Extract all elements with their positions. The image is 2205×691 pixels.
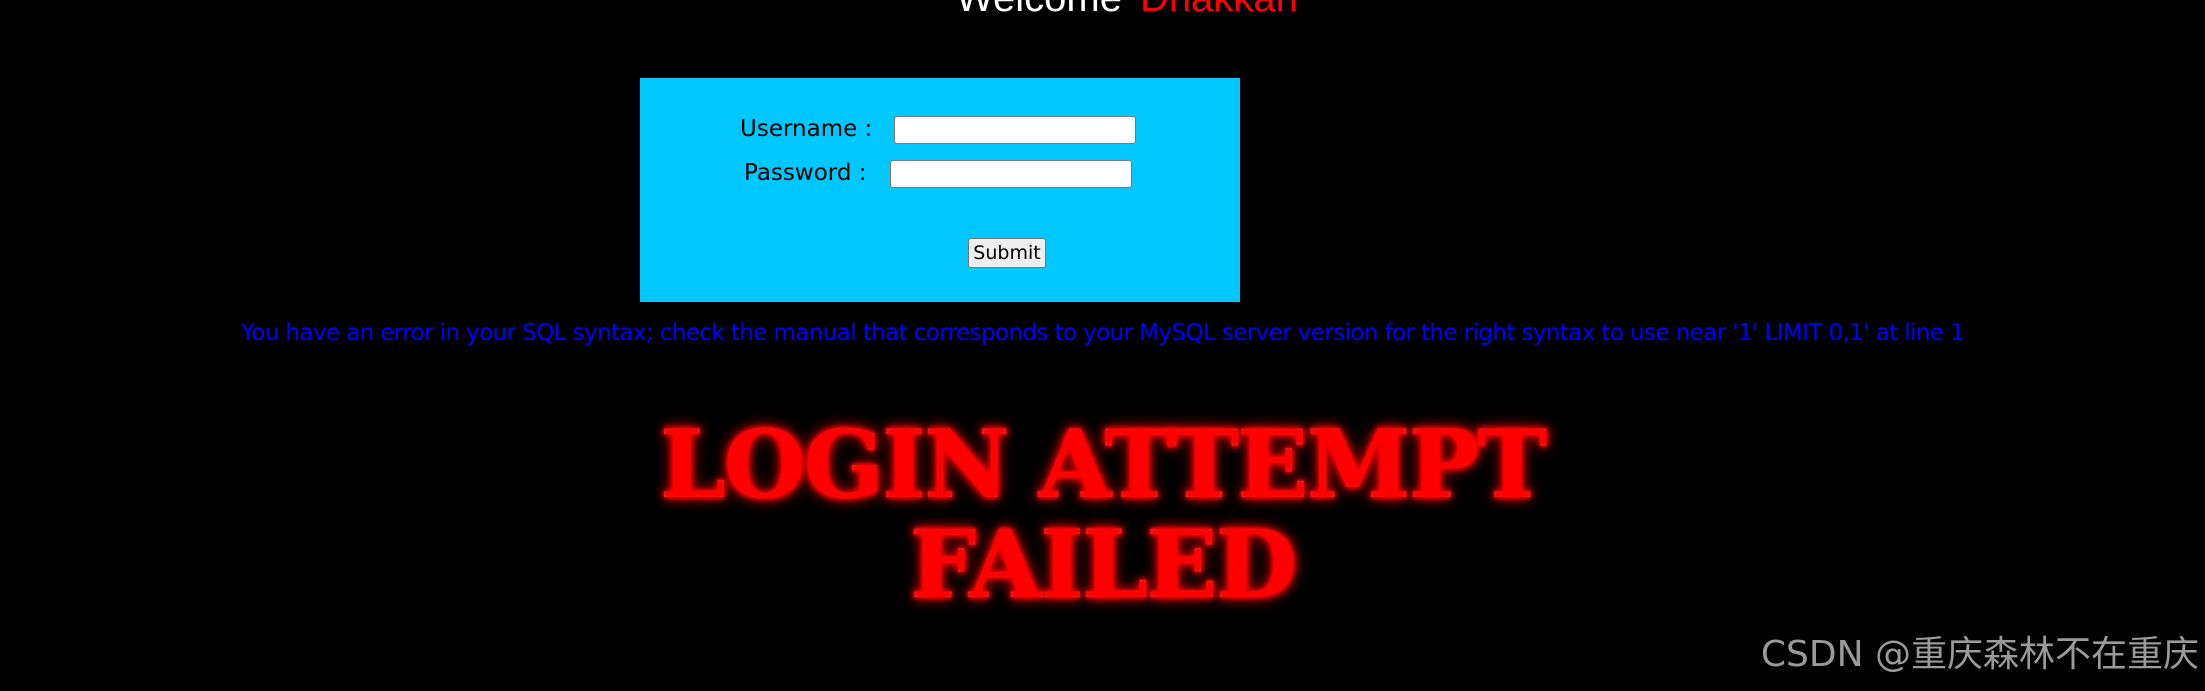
username-input[interactable] <box>894 116 1136 144</box>
password-input[interactable] <box>890 160 1132 188</box>
login-failed-banner: LOGIN ATTEMPT FAILED <box>0 415 2205 615</box>
banner-line-2: FAILED <box>909 510 1297 620</box>
username-label: Username : <box>740 116 873 142</box>
csdn-watermark: CSDN @重庆森林不在重庆 <box>1760 634 2199 675</box>
welcome-text: Welcome <box>956 0 1122 20</box>
user-name: Dhakkan <box>1140 0 1298 20</box>
sql-error-message: You have an error in your SQL syntax; ch… <box>240 320 1965 346</box>
submit-button[interactable]: Submit <box>968 238 1046 268</box>
login-form: Username : Password : Submit <box>640 78 1240 302</box>
password-label: Password : <box>744 160 867 186</box>
page: Welcome Dhakkan Username : Password : Sub… <box>0 0 2205 691</box>
banner-line-1: LOGIN ATTEMPT <box>659 410 1548 520</box>
welcome-heading: Welcome Dhakkan <box>956 0 1298 18</box>
